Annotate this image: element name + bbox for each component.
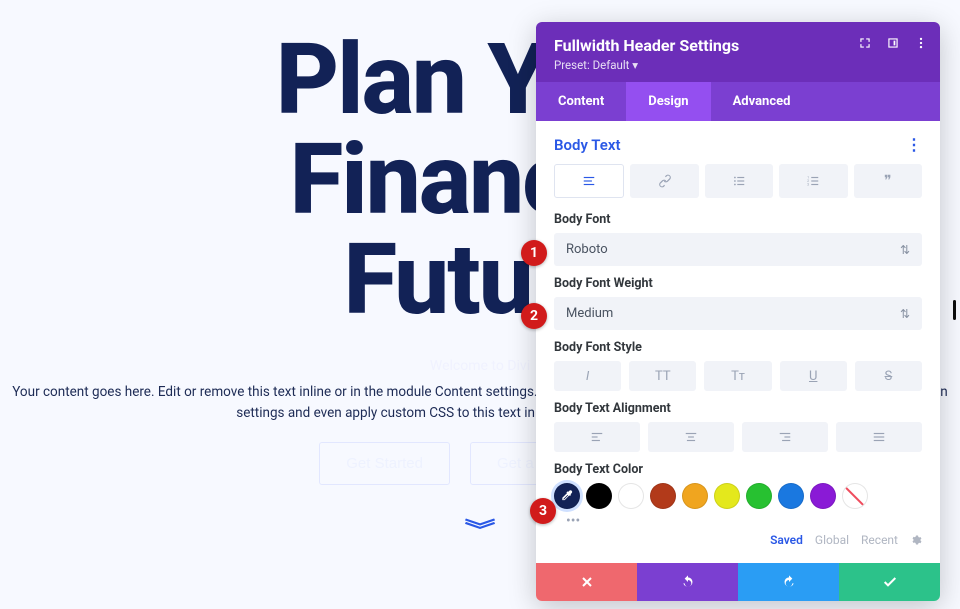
swatch-amber[interactable] xyxy=(682,483,708,509)
kebab-menu-icon[interactable] xyxy=(914,36,928,50)
style-italic[interactable]: I xyxy=(554,361,621,391)
align-justify-icon[interactable] xyxy=(836,422,922,452)
style-underline[interactable]: U xyxy=(780,361,847,391)
subtab-paragraph-icon[interactable] xyxy=(554,164,624,198)
label-body-text-alignment: Body Text Alignment xyxy=(554,401,922,416)
callout-1: 1 xyxy=(521,240,547,266)
callout-2: 2 xyxy=(521,303,547,329)
body-font-weight-value: Medium xyxy=(566,306,613,321)
eyedropper-icon xyxy=(560,489,574,503)
panel-tabs: Content Design Advanced xyxy=(536,82,940,121)
callout-3: 3 xyxy=(530,498,556,524)
label-body-text-color: Body Text Color xyxy=(554,462,922,477)
chevron-updown-icon: ⇅ xyxy=(900,243,910,257)
section-menu-icon[interactable]: ⋮ xyxy=(906,135,922,154)
close-icon xyxy=(579,574,595,590)
undo-icon xyxy=(680,574,696,590)
align-center-icon[interactable] xyxy=(648,422,734,452)
more-swatches-icon[interactable]: ••• xyxy=(554,513,922,529)
color-swatches xyxy=(554,483,922,509)
panel-preset[interactable]: Preset: Default ▾ xyxy=(554,58,922,72)
drag-handle[interactable] xyxy=(953,300,956,320)
cta-get-started[interactable]: Get Started xyxy=(319,442,450,485)
cancel-button[interactable] xyxy=(536,563,637,601)
swatch-black[interactable] xyxy=(586,483,612,509)
subtab-link-icon[interactable] xyxy=(630,164,698,198)
panel-header-icons xyxy=(858,36,928,50)
body-font-weight-select[interactable]: Medium ⇅ xyxy=(554,297,922,330)
swatch-rust[interactable] xyxy=(650,483,676,509)
preset-saved[interactable]: Saved xyxy=(770,533,803,547)
section-title-label: Body Text xyxy=(554,136,621,154)
svg-text:3: 3 xyxy=(808,183,810,187)
style-uppercase[interactable]: TT xyxy=(629,361,696,391)
save-button[interactable] xyxy=(839,563,940,601)
gear-icon[interactable] xyxy=(910,534,922,546)
body-font-select[interactable]: Roboto ⇅ xyxy=(554,233,922,266)
swatch-green[interactable] xyxy=(746,483,772,509)
tab-content[interactable]: Content xyxy=(536,82,626,121)
check-icon xyxy=(882,574,898,590)
subtab-quote-icon[interactable]: ❞ xyxy=(854,164,922,198)
subtab-ol-icon[interactable]: 123 xyxy=(779,164,847,198)
align-right-icon[interactable] xyxy=(742,422,828,452)
color-presets-row: Saved Global Recent xyxy=(554,529,922,553)
preset-global[interactable]: Global xyxy=(815,533,849,547)
snap-icon[interactable] xyxy=(886,36,900,50)
swatch-lime[interactable] xyxy=(714,483,740,509)
settings-panel: Fullwidth Header Settings Preset: Defaul… xyxy=(536,22,940,601)
label-body-font: Body Font xyxy=(554,212,922,227)
text-subtabs: 123 ❞ xyxy=(554,164,922,198)
preset-recent[interactable]: Recent xyxy=(861,533,898,547)
panel-footer xyxy=(536,563,940,601)
alignment-row xyxy=(554,422,922,452)
body-font-value: Roboto xyxy=(566,242,608,257)
tab-advanced[interactable]: Advanced xyxy=(711,82,813,121)
swatch-blue[interactable] xyxy=(778,483,804,509)
label-body-font-style: Body Font Style xyxy=(554,340,922,355)
font-style-row: I TT Tᴛ U S xyxy=(554,361,922,391)
panel-body: Body Text ⋮ 123 ❞ Body Font Roboto ⇅ Bod… xyxy=(536,121,940,563)
redo-icon xyxy=(781,574,797,590)
label-body-font-weight: Body Font Weight xyxy=(554,276,922,291)
swatch-purple[interactable] xyxy=(810,483,836,509)
swatch-none[interactable] xyxy=(842,483,868,509)
redo-button[interactable] xyxy=(738,563,839,601)
swatch-white[interactable] xyxy=(618,483,644,509)
align-left-icon[interactable] xyxy=(554,422,640,452)
style-smallcaps[interactable]: Tᴛ xyxy=(704,361,771,391)
expand-icon[interactable] xyxy=(858,36,872,50)
style-strike[interactable]: S xyxy=(855,361,922,391)
panel-header: Fullwidth Header Settings Preset: Defaul… xyxy=(536,22,940,82)
subtab-ul-icon[interactable] xyxy=(705,164,773,198)
tab-design[interactable]: Design xyxy=(626,82,710,121)
section-body-text[interactable]: Body Text ⋮ xyxy=(554,135,922,154)
color-picker-button[interactable] xyxy=(554,483,580,509)
undo-button[interactable] xyxy=(637,563,738,601)
chevron-updown-icon: ⇅ xyxy=(900,307,910,321)
